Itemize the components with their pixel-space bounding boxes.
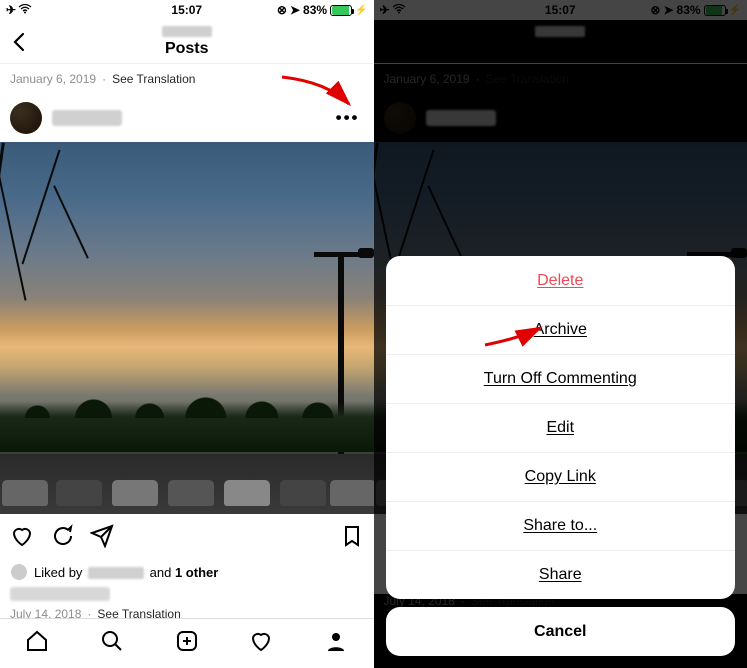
airplane-mode-icon: ✈: [6, 3, 16, 17]
action-sheet-item-share-to[interactable]: Share to...: [386, 501, 736, 550]
wifi-icon: [392, 3, 406, 17]
action-sheet-item-edit[interactable]: Edit: [386, 403, 736, 452]
liked-by-label: Liked by: [34, 565, 86, 580]
status-bar: ✈ 15:07 ⊗ ➤ 83% ⚡: [0, 0, 374, 20]
post-author-header: •••: [0, 94, 374, 142]
action-sheet: DeleteArchiveTurn Off CommentingEditCopy…: [386, 256, 736, 656]
back-button[interactable]: [382, 30, 406, 59]
tab-search[interactable]: [100, 629, 124, 658]
post-date: January 6, 2019: [10, 72, 96, 86]
battery-icon: [330, 5, 352, 16]
tab-home[interactable]: [25, 629, 49, 658]
screen-right-actionsheet: ✈ 15:07 ⊗➤ 83% ⚡ Posts Januar: [374, 0, 747, 668]
post-actions: [0, 514, 374, 563]
action-sheet-item-archive[interactable]: Archive: [386, 305, 736, 354]
nav-header: Posts: [0, 20, 374, 64]
likes-row[interactable]: Liked by and 1 other: [0, 563, 374, 587]
post-date-row: January 6, 2019 · See Translation: [0, 64, 374, 94]
charging-icon: ⚡: [355, 5, 367, 16]
more-options-button[interactable]: •••: [332, 104, 364, 132]
post-photo[interactable]: [0, 142, 374, 514]
author-avatar[interactable]: [10, 102, 42, 134]
bookmark-button[interactable]: [340, 524, 364, 553]
clock: 15:07: [171, 3, 202, 17]
comment-button[interactable]: [50, 524, 74, 553]
tab-bar: [0, 618, 374, 668]
screen-left-post: ✈ 15:07 ⊗ ➤ 83% ⚡ Posts: [0, 0, 374, 668]
airplane-mode-icon: ✈: [380, 3, 390, 17]
tab-profile[interactable]: [324, 629, 348, 658]
liker-name-blur: [88, 567, 144, 579]
action-sheet-cancel[interactable]: Cancel: [386, 607, 736, 656]
tab-create[interactable]: [175, 629, 199, 658]
action-sheet-item-copy-link[interactable]: Copy Link: [386, 452, 736, 501]
action-sheet-item-delete[interactable]: Delete: [386, 256, 736, 305]
wifi-icon: [18, 3, 32, 17]
battery-percent: 83%: [303, 3, 327, 17]
action-sheet-item-share[interactable]: Share: [386, 550, 736, 599]
share-button[interactable]: [90, 524, 114, 553]
liked-by-other: 1 other: [175, 565, 218, 580]
more-options-button[interactable]: •••: [705, 104, 737, 132]
author-username-blur[interactable]: [52, 110, 122, 126]
see-translation-link[interactable]: See Translation: [112, 72, 195, 86]
action-sheet-item-turn-off-commenting[interactable]: Turn Off Commenting: [386, 354, 736, 403]
like-button[interactable]: [10, 524, 34, 553]
page-title: Posts: [162, 40, 212, 58]
location-icon: ➤: [290, 3, 300, 17]
tab-activity[interactable]: [249, 629, 273, 658]
back-button[interactable]: [8, 30, 32, 59]
liker-avatar: [10, 563, 28, 581]
nav-username-blur: [162, 26, 212, 37]
caption-blur: [10, 587, 110, 601]
orientation-lock-icon: ⊗: [277, 3, 287, 17]
